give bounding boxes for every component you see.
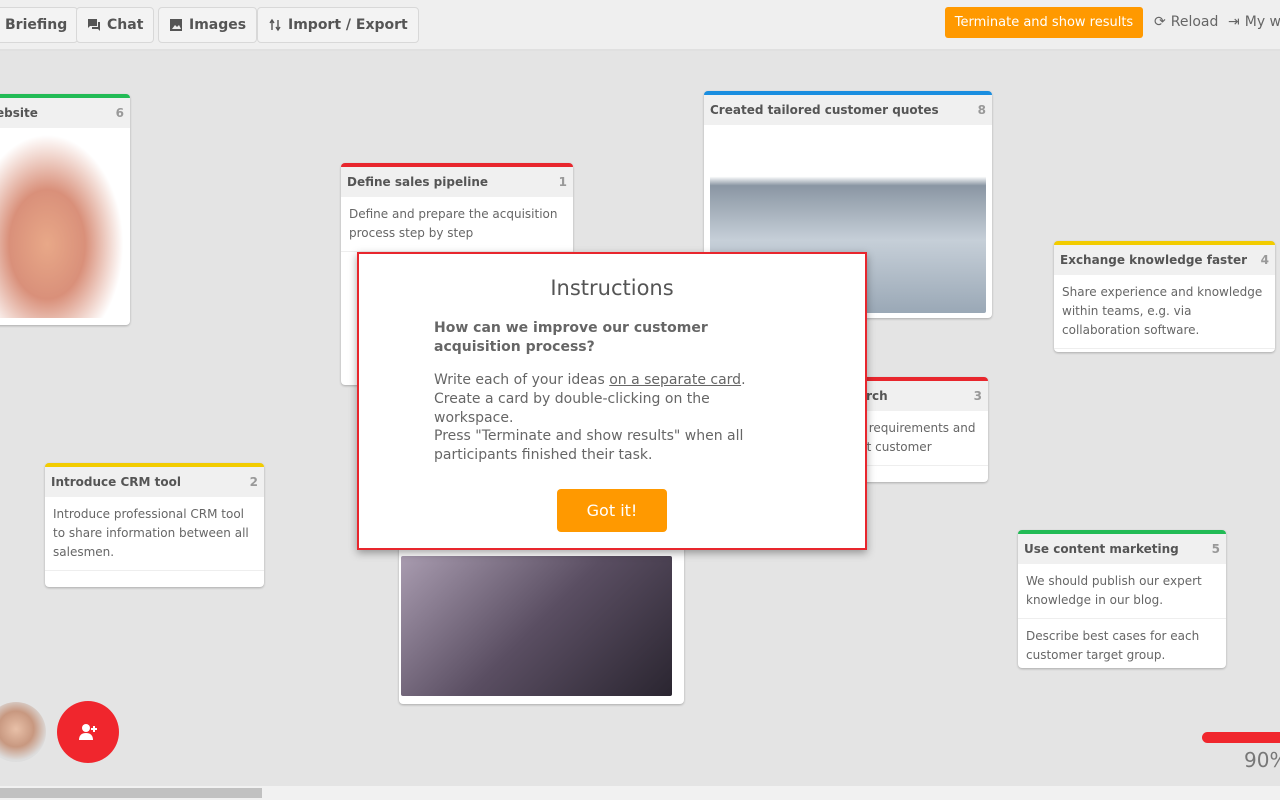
text: Write each of your ideas xyxy=(434,372,610,388)
card-crm-tool[interactable]: Introduce CRM tool 2 Introduce profession… xyxy=(45,463,264,587)
reload-label: Reload xyxy=(1170,14,1219,30)
my-label: My w xyxy=(1244,14,1280,30)
chat-label: Chat xyxy=(107,17,144,33)
card-count: 5 xyxy=(1211,542,1220,556)
image-icon xyxy=(170,19,182,31)
scrollbar-thumb[interactable] xyxy=(0,788,262,798)
import-export-button[interactable]: Import / Export xyxy=(257,7,419,43)
terminate-button[interactable]: Terminate and show results xyxy=(945,7,1143,38)
card-content-marketing[interactable]: Use content marketing 5 We should publish… xyxy=(1018,530,1226,668)
card-website[interactable]: ebsite 6 xyxy=(0,94,130,325)
briefing-button[interactable]: Briefing xyxy=(0,7,79,43)
images-label: Images xyxy=(189,17,247,33)
separate-card-link: on a separate card xyxy=(609,372,742,388)
progress-label: 90% xyxy=(1244,748,1280,772)
my-workspace-link[interactable]: ⇥ My w xyxy=(1228,14,1280,30)
card-title: ebsite xyxy=(0,106,38,120)
card-text: ct customer xyxy=(860,440,932,454)
card-count: 3 xyxy=(973,389,982,403)
card-text: Define and prepare the acquisition proce… xyxy=(341,197,573,252)
import-export-label: Import / Export xyxy=(288,17,408,33)
reload-link[interactable]: ⟳ Reload xyxy=(1154,14,1218,30)
images-button[interactable]: Images xyxy=(158,7,258,43)
handshake-image xyxy=(401,556,672,696)
dialog-paragraph: Press "Terminate and show results" when … xyxy=(434,428,744,463)
progress-bar xyxy=(1202,732,1280,743)
card-text: Share experience and knowledge within te… xyxy=(1054,275,1275,349)
card-title: Introduce CRM tool xyxy=(51,475,181,489)
chat-icon xyxy=(88,19,100,31)
card-research[interactable]: arch 3 r requirements and ct customer xyxy=(852,377,988,482)
card-title: Use content marketing xyxy=(1024,542,1179,556)
card-title: Created tailored customer quotes xyxy=(710,103,939,117)
card-count: 4 xyxy=(1260,253,1269,267)
card-text: Introduce professional CRM tool to share… xyxy=(45,497,264,571)
card-count: 1 xyxy=(558,175,567,189)
card-text: Describe best cases for each customer ta… xyxy=(1018,619,1226,668)
card-count: 8 xyxy=(977,103,986,117)
avatar[interactable] xyxy=(0,702,46,762)
card-title: Exchange knowledge faster xyxy=(1060,253,1247,267)
card-title: Define sales pipeline xyxy=(347,175,489,189)
reload-icon: ⟳ xyxy=(1154,14,1166,30)
toolbar: Briefing Chat Images Import / Export Ter… xyxy=(0,0,1280,51)
sort-arrows-icon xyxy=(269,18,281,32)
dialog-question: How can we improve our customer acquisit… xyxy=(434,320,708,355)
dialog-paragraph: Write each of your ideas on a separate c… xyxy=(434,371,789,428)
card-text: r requirements and xyxy=(860,421,976,435)
got-it-button[interactable]: Got it! xyxy=(557,489,667,532)
horizontal-scrollbar[interactable] xyxy=(0,786,1280,800)
add-user-icon xyxy=(79,724,97,740)
card-text: We should publish our expert knowledge i… xyxy=(1018,564,1226,619)
dialog-title: Instructions xyxy=(550,276,674,300)
instructions-dialog: Instructions How can we improve our cust… xyxy=(357,252,867,550)
card-count: 2 xyxy=(249,475,258,489)
briefing-label: Briefing xyxy=(5,17,68,33)
add-user-button[interactable] xyxy=(57,701,119,763)
card-exchange-knowledge[interactable]: Exchange knowledge faster 4 Share experie… xyxy=(1054,241,1275,352)
thumbs-up-image xyxy=(0,134,124,318)
card-count: 6 xyxy=(115,106,124,120)
chat-button[interactable]: Chat xyxy=(76,7,155,43)
sign-in-icon: ⇥ xyxy=(1228,14,1240,30)
